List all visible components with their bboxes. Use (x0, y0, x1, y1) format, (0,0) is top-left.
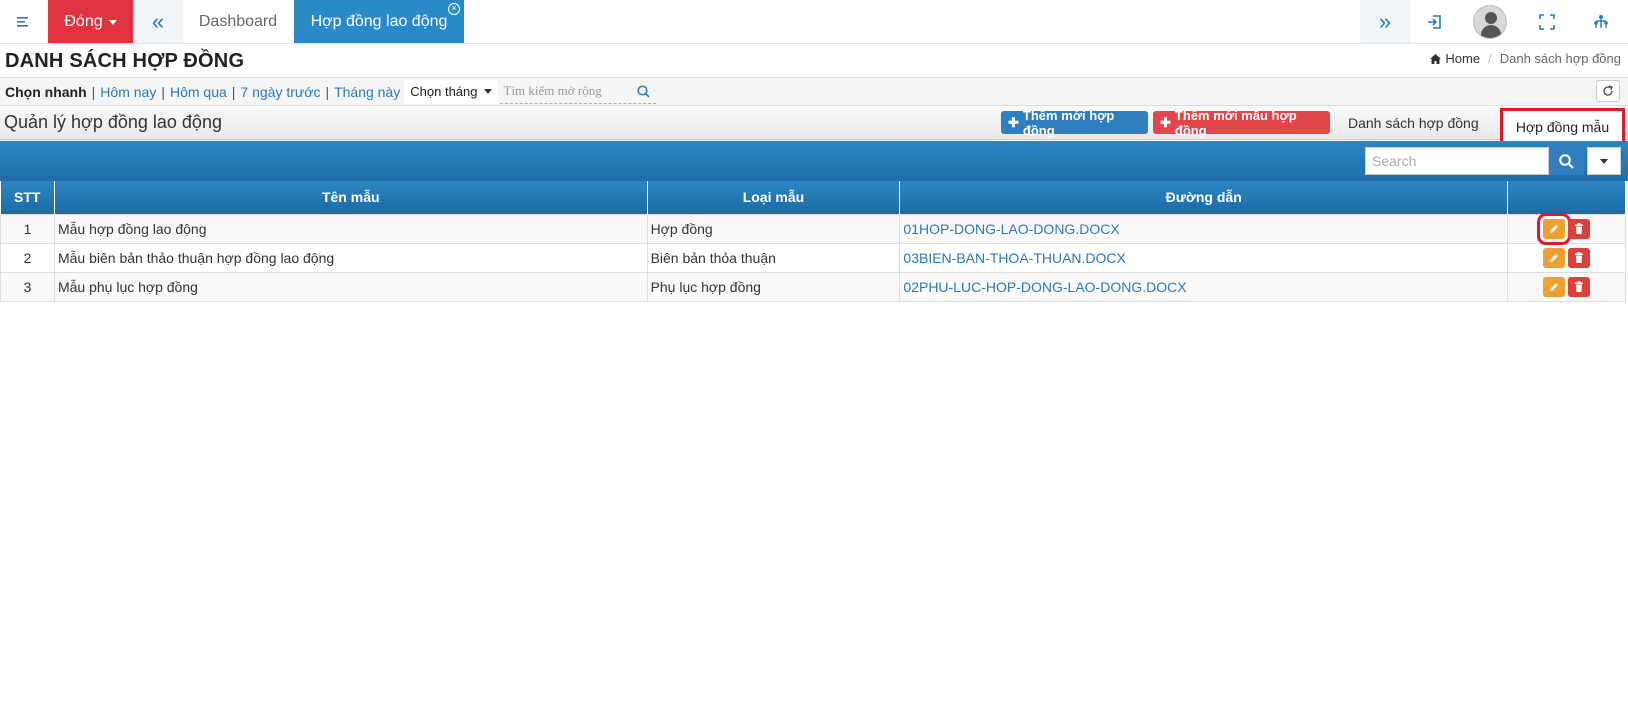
fullscreen-icon[interactable] (1520, 0, 1574, 43)
add-contract-label: Thêm mới hợp đồng (1022, 107, 1115, 138)
row-path-link[interactable]: 03BIEN-BAN-THOA-THUAN.DOCX (903, 250, 1125, 266)
row-stt: 3 (0, 271, 55, 302)
refresh-icon[interactable] (1596, 80, 1620, 102)
templates-table: STT Tên mẫu Loại mẫu Đường dẫn 1 Mẫu hợp… (0, 181, 1626, 302)
logout-icon[interactable] (1410, 0, 1460, 43)
close-menu-label: Đóng (64, 12, 103, 30)
add-template-button[interactable]: ✚ Thêm mới mẫu hợp đồng (1153, 108, 1330, 138)
table-row: 1 Mẫu hợp đồng lao động Hợp đồng 01HOP-D… (0, 212, 1626, 245)
user-icon (1473, 4, 1507, 39)
caret-down-icon (483, 89, 492, 94)
delete-button[interactable] (1568, 218, 1591, 239)
section-header: Quản lý hợp đồng lao động ✚ Thêm mới hợp… (0, 106, 1628, 145)
caret-down-icon (1600, 158, 1608, 164)
filter-7-days-link[interactable]: 7 ngày trước (240, 84, 320, 100)
menu-icon[interactable] (0, 0, 48, 43)
column-header-template-type[interactable]: Loại mẫu (647, 181, 901, 214)
close-menu-button[interactable]: Đóng (48, 0, 133, 43)
add-contract-button[interactable]: ✚ Thêm mới hợp đồng (1001, 108, 1148, 138)
search-icon (1559, 153, 1574, 169)
row-path-link[interactable]: 02PHU-LUC-HOP-DONG-LAO-DONG.DOCX (903, 279, 1186, 295)
tab-dashboard[interactable]: Dashboard (183, 0, 293, 43)
tab-hop-dong-lao-dong[interactable]: Hợp đồng lao động × (294, 0, 464, 43)
column-header-stt[interactable]: STT (0, 181, 55, 214)
breadcrumb: Home / Danh sách hợp đồng (1430, 51, 1621, 66)
table-search-button[interactable] (1549, 147, 1584, 175)
column-header-template-name[interactable]: Tên mẫu (54, 181, 648, 214)
pencil-icon (1550, 224, 1559, 233)
row-stt: 2 (0, 242, 55, 273)
extended-search-placeholder: Tìm kiếm mở rộng (503, 83, 602, 98)
pencil-icon (1550, 282, 1559, 291)
row-template-name: Mẫu phụ lục hợp đồng (53, 271, 648, 302)
tab-label: Hợp đồng lao động (310, 12, 448, 30)
breadcrumb-separator: / (1488, 51, 1492, 66)
row-path-link[interactable]: 01HOP-DONG-LAO-DONG.DOCX (903, 221, 1119, 237)
row-path-cell: 02PHU-LUC-HOP-DONG-LAO-DONG.DOCX (899, 271, 1509, 302)
edit-button[interactable] (1543, 276, 1566, 297)
row-actions (1507, 212, 1626, 245)
breadcrumb-home-label: Home (1445, 51, 1481, 66)
filter-this-month-link[interactable]: Tháng này (334, 84, 400, 100)
add-template-label: Thêm mới mẫu hợp đồng (1174, 107, 1297, 138)
divider: | (161, 83, 165, 100)
divider: | (231, 83, 236, 100)
trash-icon (1575, 223, 1584, 234)
month-select-label: Chọn tháng (410, 84, 478, 99)
filter-yesterday-link[interactable]: Hôm qua (170, 84, 227, 100)
quick-filter-label: Chọn nhanh (5, 83, 87, 100)
tab-contract-list[interactable]: Danh sách hợp đồng (1348, 115, 1479, 131)
table-options-dropdown[interactable] (1587, 147, 1621, 175)
quick-filter-bar: Chọn nhanh | Hôm nay | Hôm qua | 7 ngày … (0, 77, 1628, 106)
avatar[interactable] (1460, 0, 1520, 43)
search-icon[interactable] (636, 84, 650, 98)
row-path-cell: 01HOP-DONG-LAO-DONG.DOCX (899, 213, 1509, 244)
delete-button[interactable] (1568, 276, 1591, 297)
divider: | (325, 83, 330, 100)
section-title: Quản lý hợp đồng lao động (4, 112, 222, 132)
extended-search-input[interactable]: Tìm kiếm mở rộng (499, 80, 656, 104)
trash-icon (1575, 281, 1584, 292)
row-actions (1507, 242, 1626, 273)
row-template-type: Hợp đồng (646, 213, 901, 244)
table-search-input[interactable]: Search (1365, 147, 1549, 175)
table-header-row: STT Tên mẫu Loại mẫu Đường dẫn (0, 181, 1626, 214)
edit-button[interactable] (1537, 212, 1572, 245)
table-toolbar: Search (0, 141, 1628, 181)
top-bar: Đóng « Dashboard Hợp đồng lao động × » (0, 0, 1628, 44)
tabs-scroll-left-icon[interactable]: « (133, 0, 183, 43)
edit-button[interactable] (1543, 247, 1566, 268)
tab-label: Dashboard (198, 12, 278, 30)
row-actions (1507, 271, 1626, 302)
pencil-icon (1550, 253, 1559, 262)
row-stt: 1 (0, 213, 55, 244)
breadcrumb-home[interactable]: Home (1430, 51, 1480, 66)
tab-contract-templates-label: Hợp đồng mẫu (1515, 118, 1610, 135)
table-row: 2 Mẫu biên bản thảo thuận hợp đồng lao đ… (0, 242, 1626, 273)
row-template-type: Biên bản thỏa thuận (646, 242, 901, 273)
row-template-type: Phụ lục hợp đồng (646, 271, 901, 302)
month-select[interactable]: Chọn tháng (404, 79, 498, 104)
divider: | (91, 83, 96, 100)
row-template-name: Mẫu biên bản thảo thuận hợp đồng lao độn… (53, 242, 648, 273)
breadcrumb-current: Danh sách hợp đồng (1499, 51, 1621, 66)
table-row: 3 Mẫu phụ lục hợp đồng Phụ lục hợp đồng … (0, 271, 1626, 302)
column-header-actions (1507, 181, 1626, 214)
plus-icon: ✚ (1008, 114, 1019, 130)
filter-today-link[interactable]: Hôm nay (100, 84, 156, 100)
tab-contract-templates[interactable]: Hợp đồng mẫu (1500, 108, 1625, 145)
trash-icon (1575, 252, 1584, 263)
caret-down-icon (108, 20, 117, 25)
page-title: DANH SÁCH HỢP ĐỒNG (5, 50, 245, 72)
delete-button[interactable] (1568, 247, 1591, 268)
sitemap-icon[interactable] (1574, 0, 1628, 43)
tabs-scroll-right-icon[interactable]: » (1360, 0, 1410, 43)
home-icon (1430, 53, 1442, 64)
plus-icon: ✚ (1160, 114, 1171, 130)
close-tab-icon[interactable]: × (448, 3, 460, 15)
column-header-path[interactable]: Đường dẫn (899, 181, 1509, 214)
row-template-name: Mẫu hợp đồng lao động (53, 213, 648, 244)
row-path-cell: 03BIEN-BAN-THOA-THUAN.DOCX (899, 242, 1509, 273)
